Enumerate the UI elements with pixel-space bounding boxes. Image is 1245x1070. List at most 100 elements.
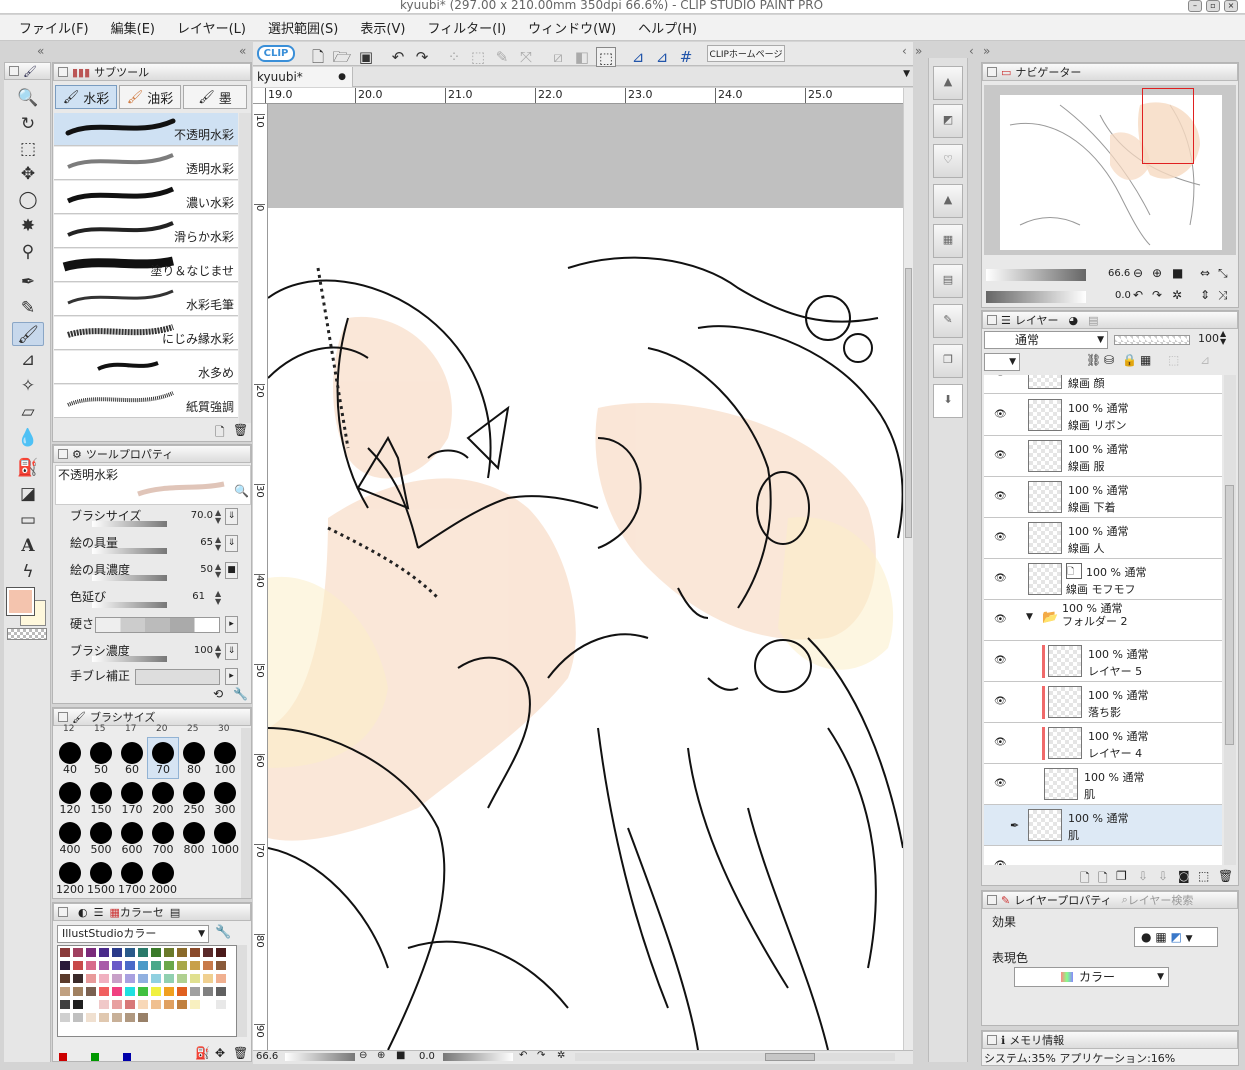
color-swatch[interactable] (124, 973, 136, 984)
color-swatch[interactable] (137, 947, 149, 958)
border-effect-icon[interactable]: ● (1141, 930, 1151, 944)
stepper-icon[interactable]: ▲ ▼ (215, 536, 221, 552)
color-swatch[interactable] (59, 999, 71, 1010)
color-swatch[interactable] (124, 999, 136, 1010)
dropdown-icon[interactable]: ⇓ (225, 508, 238, 525)
color-swatch[interactable] (98, 986, 110, 997)
color-swatch[interactable] (163, 986, 175, 997)
eye-icon[interactable]: 👁 (994, 614, 1007, 625)
color-swatch[interactable] (215, 999, 227, 1010)
layer-row[interactable]: 👁 線画 顔 (984, 375, 1222, 394)
nav-flip-v-icon[interactable]: ⇕ (1200, 288, 1210, 302)
dock-image-icon[interactable]: ▲ (933, 66, 963, 100)
color-swatch[interactable] (85, 1012, 97, 1023)
delete-subtool-icon[interactable]: 🗑 (233, 423, 248, 437)
delete-color-icon[interactable]: 🗑 (233, 1046, 248, 1060)
brush-size-item[interactable]: 250 (179, 778, 209, 818)
color-swatch[interactable] (163, 999, 175, 1010)
canvas-zoom-value[interactable]: 66.6 (256, 1051, 278, 1062)
color-swatch[interactable] (124, 960, 136, 971)
nav-rotate-left-icon[interactable]: ↶ (1133, 288, 1143, 302)
pencil-tool-icon[interactable]: ✎ (12, 296, 44, 320)
stepper-icon[interactable]: ▲ ▼ (215, 590, 221, 606)
color-swatch[interactable] (85, 960, 97, 971)
prop-paint-density[interactable]: 絵の具濃度 50 ▲ ▼ ■ (57, 561, 249, 585)
color-swatch[interactable] (124, 947, 136, 958)
reference-layer-icon[interactable]: ⛁ (1104, 353, 1114, 367)
color-swatch[interactable] (189, 999, 201, 1010)
color-swatch[interactable] (85, 973, 97, 984)
chevron-down-icon[interactable]: ▼ (1186, 934, 1193, 944)
color-swatch[interactable] (189, 986, 201, 997)
color-swatch[interactable] (59, 986, 71, 997)
opacity-slider[interactable] (1114, 335, 1190, 345)
layer-row[interactable]: 👁 100 % 通常 レイヤー 5 (984, 641, 1222, 682)
brush-size-item[interactable]: 700 (148, 818, 178, 858)
color-swatch[interactable] (163, 947, 175, 958)
folder-expand-icon[interactable]: ▼ (1026, 612, 1033, 622)
zoom-tool-icon[interactable]: 🔍 (12, 86, 44, 110)
dropdown-icon[interactable]: ■ (225, 562, 238, 579)
gradient-tool-icon[interactable]: ◪ (12, 482, 44, 506)
nav-zoom-out-icon[interactable]: ⊖ (1133, 266, 1143, 280)
show-selection-icon[interactable]: ⬚ (596, 47, 616, 67)
color-swatch[interactable] (111, 1012, 123, 1023)
move-tool-icon[interactable]: ✥ (12, 162, 44, 186)
layer-scroll-thumb[interactable] (1225, 485, 1234, 745)
new-subtool-icon[interactable]: 🗋 (215, 423, 225, 444)
object-tool-icon[interactable]: ⬚ (12, 137, 44, 161)
lock-layer-icon[interactable]: 🔒 (1122, 353, 1137, 367)
mask-apply-icon[interactable]: ⬚ (1198, 869, 1209, 883)
brush-size-item[interactable]: 120 (55, 778, 85, 818)
menu-view[interactable]: 表示(V) (360, 18, 405, 37)
color-swatch[interactable] (85, 999, 97, 1010)
eye-icon[interactable]: 👁 (994, 696, 1007, 707)
invert-selection-icon[interactable]: ◧ (572, 47, 592, 67)
color-swatch[interactable] (111, 986, 123, 997)
eye-icon[interactable]: 👁 (994, 573, 1007, 584)
save-icon[interactable]: ▣ (356, 47, 376, 67)
prop-color-stretch[interactable]: 色延び 61 ▲ ▼ (57, 588, 249, 612)
tab-watercolor[interactable]: 🖌 水彩 (55, 85, 117, 109)
rotate-right-icon[interactable]: ↷ (537, 1050, 545, 1061)
prop-paint-amount[interactable]: 絵の具量 65 ▲ ▼ ⇓ (57, 534, 249, 558)
fit-screen-icon[interactable]: ■ (396, 1050, 405, 1061)
eye-icon[interactable]: 👁 (994, 737, 1007, 748)
brush-size-item[interactable]: 40 (55, 738, 85, 778)
new-raster-layer-icon[interactable]: 🗋 (1080, 869, 1090, 890)
blend-tool-icon[interactable]: 💧 (12, 426, 44, 450)
expand-icon[interactable]: ▸ (225, 668, 238, 685)
color-swatch[interactable] (189, 960, 201, 971)
collapse-left-icon[interactable]: « (37, 44, 44, 58)
color-swatch[interactable] (215, 973, 227, 984)
reset-rotation-icon[interactable]: ✲ (557, 1050, 565, 1061)
ruler-enable-icon[interactable]: ⊿ (1200, 353, 1210, 367)
color-swatch[interactable] (176, 986, 188, 997)
brush-item[interactable]: 塗り＆なじませ (54, 249, 238, 282)
nav-fit-icon[interactable]: ■ (1172, 266, 1183, 280)
brush-item[interactable]: 紙質強調 (54, 385, 238, 418)
dropdown-icon[interactable]: ⇓ (225, 535, 238, 552)
fill-tool-icon[interactable]: ⛽ (12, 456, 44, 480)
eyedropper-icon[interactable]: ⚲ (12, 240, 44, 264)
layer-mask-icon[interactable]: ◙ (1178, 869, 1190, 883)
color-swatch[interactable] (72, 1012, 84, 1023)
color-swatch[interactable] (72, 947, 84, 958)
color-swatch[interactable] (59, 947, 71, 958)
stepper-icon[interactable]: ▲ ▼ (215, 563, 221, 579)
brush-item[interactable]: 水彩毛筆 (54, 283, 238, 316)
tab-dropdown-icon[interactable]: ▼ (903, 69, 910, 79)
color-swatch[interactable] (111, 960, 123, 971)
brush-size-item[interactable]: 1200 (55, 858, 85, 898)
nav-mirror-icon[interactable]: ⤨ (1218, 288, 1228, 303)
rotate-tool-icon[interactable]: ↻ (12, 112, 44, 136)
new-file-icon[interactable]: 🗋 (308, 47, 328, 67)
color-swatch[interactable] (176, 960, 188, 971)
brush-size-item[interactable]: 500 (86, 818, 116, 858)
dock-copy-icon[interactable]: ❐ (933, 344, 963, 378)
text-tool-icon[interactable]: A (12, 534, 44, 558)
layer-property-title[interactable]: レイヤープロパティ (1014, 892, 1111, 908)
layer-row[interactable]: 👁 100 % 通常肌 (984, 764, 1222, 805)
prop-brush-density[interactable]: ブラシ濃度 100 ▲ ▼ ⇓ (57, 642, 249, 666)
eye-icon[interactable]: 👁 (994, 450, 1007, 461)
